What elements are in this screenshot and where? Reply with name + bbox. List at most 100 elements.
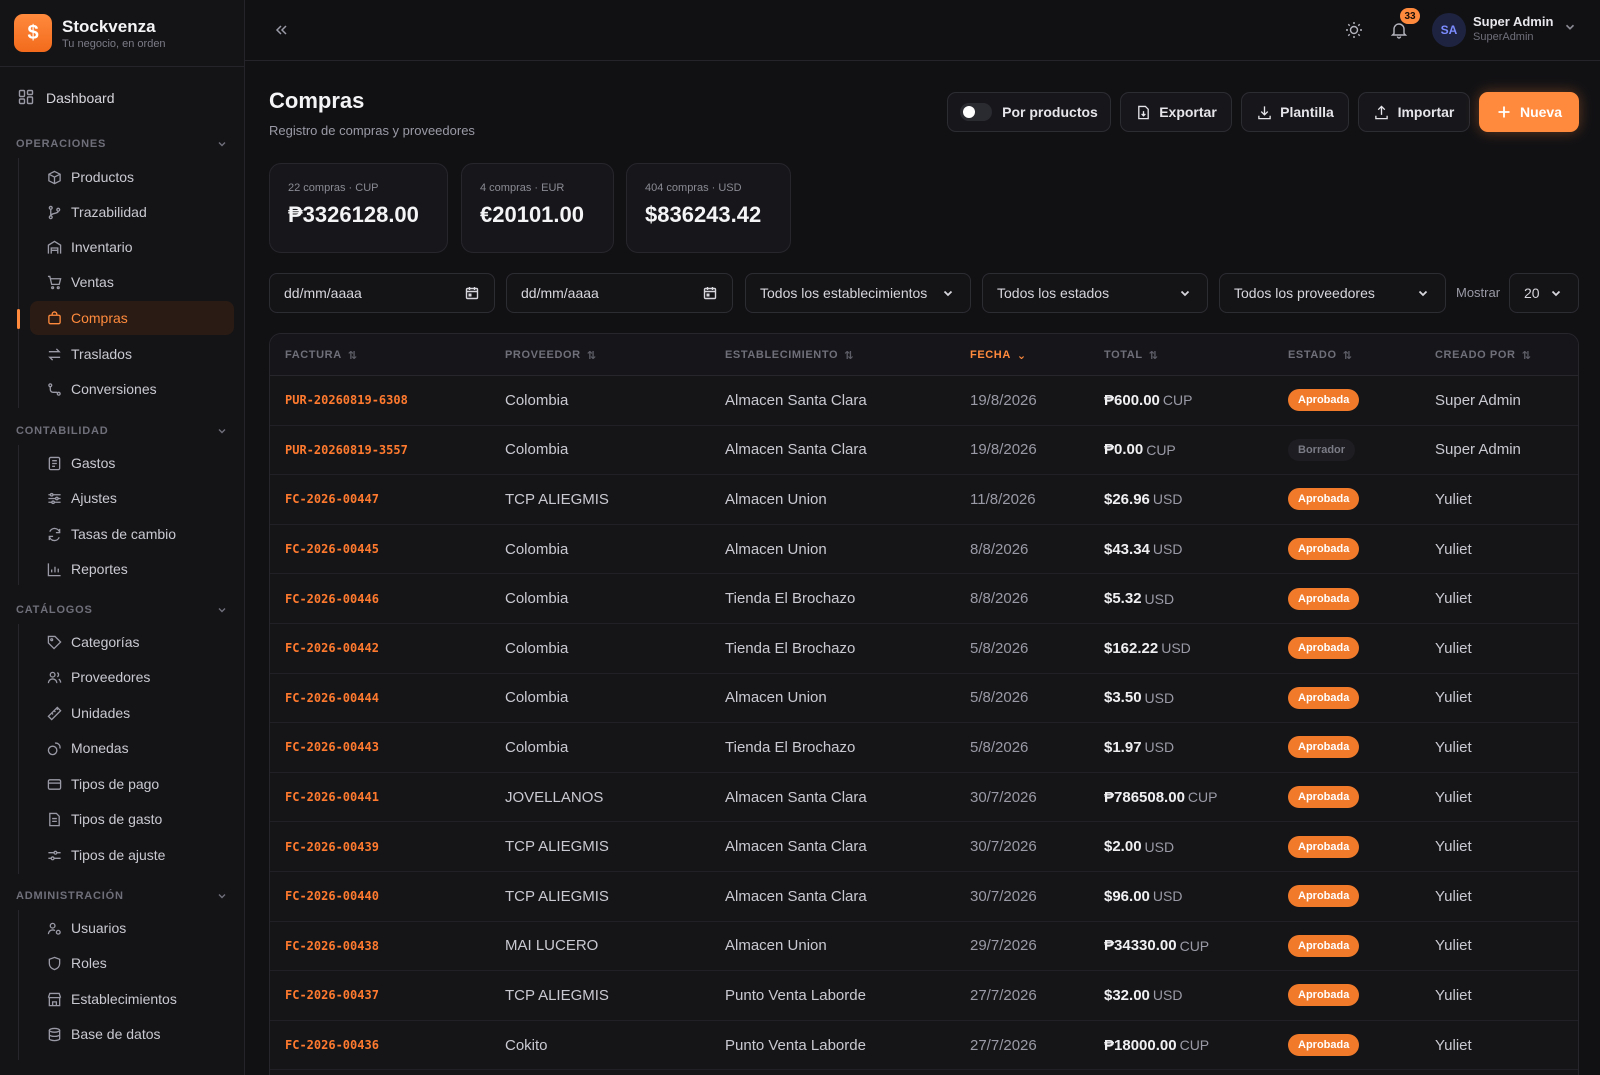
sidebar-item-label: Tipos de pago <box>71 776 160 792</box>
sidebar-item-reportes[interactable]: Reportes <box>30 552 234 586</box>
sidebar-item-monedas[interactable]: Monedas <box>30 731 234 765</box>
export-button[interactable]: Exportar <box>1120 92 1232 132</box>
invoice-link[interactable]: FC-2026-00441 <box>285 773 379 822</box>
sidebar-item-ajustes[interactable]: Ajustes <box>30 481 234 515</box>
status-select[interactable]: Todos los estados <box>982 273 1208 313</box>
table-row[interactable]: PUR-20260819-3557 Colombia Almacen Santa C… <box>270 426 1578 476</box>
date-from-input[interactable]: dd/mm/aaaa <box>269 273 495 313</box>
table-row[interactable]: FC-2026-00439 TCP ALIEGMIS Almacen Santa C… <box>270 822 1578 872</box>
sort-icon[interactable]: ⇅ <box>587 349 597 362</box>
sidebar-item-tasas-de-cambio[interactable]: Tasas de cambio <box>30 517 234 551</box>
table-row[interactable]: FC-2026-00438 MAI LUCERO Almacen Union 29/7… <box>270 922 1578 972</box>
sidebar-item-dashboard[interactable]: Dashboard <box>8 80 236 116</box>
sort-icon[interactable]: ⇅ <box>1149 349 1159 362</box>
date-cell: 19/8/2026 <box>970 391 1037 409</box>
invoice-link[interactable]: FC-2026-00438 <box>285 922 379 971</box>
sidebar-item-proveedores[interactable]: Proveedores <box>30 660 234 694</box>
user-name[interactable]: Super Admin <box>1473 14 1553 29</box>
section-administracion[interactable]: ADMINISTRACIÓN <box>16 886 228 906</box>
table-row[interactable]: FC-2026-00447 TCP ALIEGMIS Almacen Union 11… <box>270 475 1578 525</box>
table-row[interactable]: PUR-20260819-6308 Colombia Almacen Santa C… <box>270 376 1578 426</box>
sidebar-item-tipos-de-pago[interactable]: Tipos de pago <box>30 767 234 801</box>
calendar-icon[interactable] <box>464 285 480 301</box>
table-row[interactable]: FC-2026-00446 Colombia Tienda El Brochazo 8… <box>270 574 1578 624</box>
file-text-icon <box>46 811 62 827</box>
status-badge: Aprobada <box>1288 736 1360 759</box>
sidebar-item-roles[interactable]: Roles <box>30 946 234 980</box>
table-row[interactable]: FC-2026-00444 Colombia Almacen Union 5/8/20… <box>270 674 1578 724</box>
sidebar-item-base-de-datos[interactable]: Base de datos <box>30 1017 234 1051</box>
column-header-total[interactable]: TOTAL ⇅ <box>1104 334 1158 376</box>
collapse-sidebar-icon[interactable] <box>269 18 293 42</box>
new-purchase-button[interactable]: Nueva <box>1479 92 1579 132</box>
created-by-cell: Yuliet <box>1435 689 1472 707</box>
supplier-select[interactable]: Todos los proveedores <box>1219 273 1446 313</box>
sidebar-item-trazabilidad[interactable]: Trazabilidad <box>30 195 234 229</box>
toggle-switch[interactable] <box>960 103 993 121</box>
sidebar-item-conversiones[interactable]: Conversiones <box>30 372 234 406</box>
chevron-down-icon[interactable] <box>1563 20 1579 36</box>
sidebar-item-usuarios[interactable]: Usuarios <box>30 911 234 945</box>
table-row[interactable]: FC-2026-00442 Colombia Tienda El Brochazo 5… <box>270 624 1578 674</box>
column-header-fecha[interactable]: FECHA ⌄ <box>970 334 1027 376</box>
template-button[interactable]: Plantilla <box>1241 92 1349 132</box>
sidebar-item-tipos-de-gasto[interactable]: Tipos de gasto <box>30 802 234 836</box>
date-to-input[interactable]: dd/mm/aaaa <box>506 273 733 313</box>
sidebar-item-unidades[interactable]: Unidades <box>30 696 234 730</box>
sort-icon[interactable]: ⇅ <box>844 349 854 362</box>
sidebar-item-gastos[interactable]: Gastos <box>30 446 234 480</box>
sidebar-item-compras[interactable]: Compras <box>30 301 234 335</box>
invoice-link[interactable]: FC-2026-00436 <box>285 1021 379 1070</box>
invoice-link[interactable]: FC-2026-00442 <box>285 624 379 673</box>
total-amount: $5.32 <box>1104 590 1142 608</box>
section-operaciones[interactable]: OPERACIONES <box>16 134 228 154</box>
sidebar-item-ventas[interactable]: Ventas <box>30 265 234 299</box>
page-size-select[interactable]: 20 <box>1509 273 1579 313</box>
table-row[interactable]: FC-2026-00437 TCP ALIEGMIS Punto Venta Lab… <box>270 971 1578 1021</box>
table-row[interactable]: FC-2026-00443 Colombia Tienda El Brochazo 5… <box>270 723 1578 773</box>
status-badge: Aprobada <box>1288 835 1360 858</box>
sort-icon[interactable]: ⇅ <box>348 349 358 362</box>
sidebar-item-tipos-de-ajuste[interactable]: Tipos de ajuste <box>30 838 234 872</box>
table-row[interactable]: FC-2026-00445 Colombia Almacen Union 8/8/20… <box>270 525 1578 575</box>
table-row[interactable]: FC-2026-00440 TCP ALIEGMIS Almacen Santa C… <box>270 872 1578 922</box>
column-header-establecimiento[interactable]: ESTABLECIMIENTO ⇅ <box>725 334 854 376</box>
sidebar-item-inventario[interactable]: Inventario <box>30 230 234 264</box>
invoice-link[interactable]: FC-2026-00439 <box>285 822 379 871</box>
column-header-proveedor[interactable]: PROVEEDOR ⇅ <box>505 334 597 376</box>
column-header-estado[interactable]: ESTADO ⇅ <box>1288 334 1352 376</box>
invoice-link[interactable]: FC-2026-00444 <box>285 674 379 723</box>
invoice-link[interactable]: FC-2026-00447 <box>285 475 379 524</box>
sidebar: $ Stockvenza Tu negocio, en orden Dashbo… <box>0 0 245 1075</box>
sort-icon[interactable]: ⇅ <box>1343 349 1353 362</box>
table-row[interactable]: FC-2026-00436 Cokito Punto Venta Laborde 27… <box>270 1021 1578 1071</box>
establishment-select[interactable]: Todos los establecimientos <box>745 273 971 313</box>
stat-card-eur: 4 compras · EUR €20101.00 <box>461 163 614 253</box>
column-header-creado-por[interactable]: CREADO POR ⇅ <box>1435 334 1531 376</box>
sidebar-item-productos[interactable]: Productos <box>30 160 234 194</box>
table-row[interactable]: FC-2026-00441 JOVELLANOS Almacen Santa Cla… <box>270 773 1578 823</box>
invoice-link[interactable]: FC-2026-00437 <box>285 971 379 1020</box>
sidebar-item-establecimientos[interactable]: Establecimientos <box>30 982 234 1016</box>
section-contabilidad[interactable]: CONTABILIDAD <box>16 421 228 441</box>
column-header-factura[interactable]: FACTURA ⇅ <box>285 334 358 376</box>
por-productos-toggle[interactable]: Por productos <box>947 92 1111 132</box>
brand[interactable]: $ Stockvenza Tu negocio, en orden <box>0 0 244 67</box>
invoice-link[interactable]: FC-2026-00440 <box>285 872 379 921</box>
invoice-link[interactable]: FC-2026-00445 <box>285 525 379 574</box>
invoice-link[interactable]: FC-2026-00443 <box>285 723 379 772</box>
sidebar-item-traslados[interactable]: Traslados <box>30 337 234 371</box>
stat-label: 22 compras · CUP <box>288 182 379 194</box>
invoice-link[interactable]: FC-2026-00446 <box>285 574 379 623</box>
sidebar-item-categorias[interactable]: Categorías <box>30 625 234 659</box>
status-badge: Aprobada <box>1288 984 1360 1007</box>
avatar[interactable]: SA <box>1432 13 1466 47</box>
section-catalogos[interactable]: CATÁLOGOS <box>16 600 228 620</box>
invoice-link[interactable]: PUR-20260819-3557 <box>285 426 408 475</box>
import-button[interactable]: Importar <box>1358 92 1470 132</box>
sun-icon[interactable] <box>1342 18 1366 42</box>
invoice-link[interactable]: PUR-20260819-6308 <box>285 376 408 425</box>
sort-icon[interactable]: ⇅ <box>1522 349 1532 362</box>
sort-desc-icon[interactable]: ⌄ <box>1017 349 1027 362</box>
calendar-icon[interactable] <box>702 285 718 301</box>
